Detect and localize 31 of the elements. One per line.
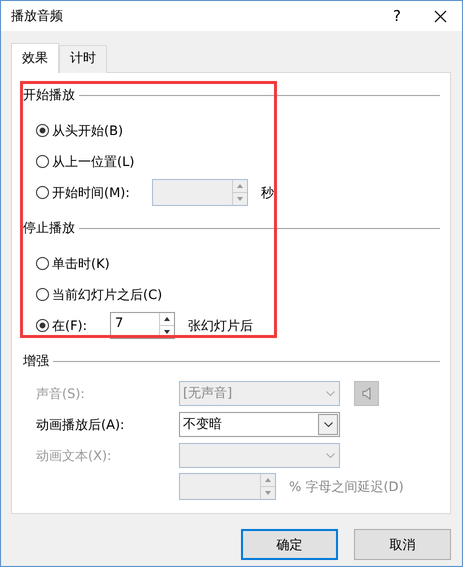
- help-button[interactable]: ?: [374, 7, 420, 25]
- dropdown-caret-icon: [326, 391, 334, 396]
- dropdown[interactable]: 不变暗: [179, 412, 340, 437]
- group-title: 停止播放: [23, 220, 75, 237]
- radio-button[interactable]: [36, 319, 49, 332]
- dropdown-caret-icon: [324, 422, 332, 427]
- radio-button[interactable]: [36, 124, 49, 137]
- radio-label[interactable]: 从上一位置(L): [52, 152, 134, 170]
- field-label: 动画文本(X):: [36, 448, 112, 464]
- dropdown-caret-icon: [326, 453, 334, 458]
- delay-label: % 字母之间延迟(D): [289, 478, 404, 496]
- field-label: 声音(S):: [36, 386, 86, 402]
- ok-button[interactable]: 确定: [241, 529, 338, 560]
- radio-label[interactable]: 从头开始(B): [52, 122, 124, 140]
- radio-label[interactable]: 在(F):: [52, 316, 110, 334]
- tab[interactable]: 计时: [59, 45, 107, 73]
- cancel-button[interactable]: 取消: [354, 529, 451, 560]
- radio-button[interactable]: [36, 257, 49, 270]
- group-title: 增强: [23, 353, 49, 370]
- radio-button[interactable]: [36, 288, 49, 301]
- radio-label[interactable]: 当前幻灯片之后(C): [52, 286, 162, 304]
- field-label: 动画播放后(A):: [36, 416, 126, 434]
- unit-label: 秒: [261, 184, 274, 202]
- window-title: 播放音频: [11, 8, 64, 25]
- unit-label: 张幻灯片后: [188, 318, 253, 334]
- radio-label[interactable]: 单击时(K): [52, 254, 110, 272]
- group-title: 开始播放: [23, 87, 75, 104]
- tab[interactable]: 效果: [11, 43, 59, 73]
- speaker-icon: [362, 387, 371, 400]
- radio-button[interactable]: [36, 155, 49, 168]
- close-icon[interactable]: [434, 10, 447, 22]
